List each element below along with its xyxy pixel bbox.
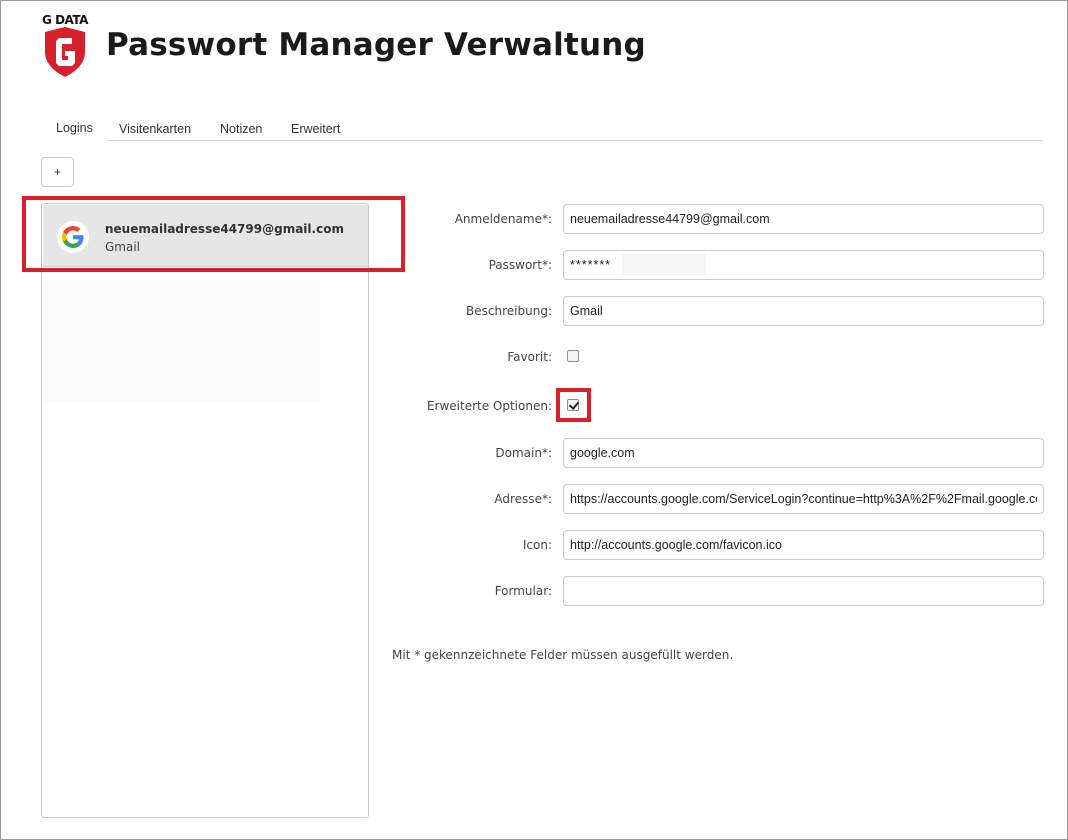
tab-visitenkarten[interactable]: Visitenkarten — [105, 117, 205, 141]
google-icon — [57, 221, 89, 253]
password-label: Passwort*: — [488, 258, 552, 272]
description-field[interactable] — [563, 296, 1044, 326]
list-item[interactable]: neuemailadresse44799@gmail.com Gmail — [43, 205, 368, 267]
domain-field[interactable] — [563, 438, 1044, 468]
required-fields-note: Mit * gekennzeichnete Felder müssen ausg… — [392, 648, 734, 662]
logo-text: G DATA — [42, 13, 88, 27]
page-title: Passwort Manager Verwaltung — [106, 27, 646, 63]
icon-url-field[interactable] — [563, 530, 1044, 560]
description-label: Beschreibung: — [466, 304, 552, 318]
gdata-logo: G DATA — [40, 13, 90, 79]
username-label: Anmeldename*: — [454, 212, 552, 226]
add-entry-button[interactable]: + — [41, 157, 74, 187]
login-list: neuemailadresse44799@gmail.com Gmail — [41, 203, 369, 818]
domain-label: Domain*: — [495, 446, 552, 460]
username-field[interactable] — [563, 204, 1044, 234]
icon-label: Icon: — [522, 538, 552, 552]
address-label: Adresse*: — [494, 492, 552, 506]
form-field[interactable] — [563, 576, 1044, 606]
address-field[interactable] — [563, 484, 1044, 514]
form-label: Formular: — [494, 584, 552, 598]
list-item-subtitle: Gmail — [105, 240, 141, 254]
password-field[interactable] — [563, 250, 1044, 280]
list-empty-area — [43, 280, 320, 403]
shield-icon — [45, 27, 85, 77]
advanced-options-checkbox[interactable] — [567, 399, 579, 411]
favorite-label: Favorit: — [507, 350, 552, 364]
tab-erweitert[interactable]: Erweitert — [277, 117, 354, 141]
tab-logins[interactable]: Logins — [42, 117, 107, 141]
tab-notizen[interactable]: Notizen — [206, 117, 276, 141]
tab-bar: Logins Visitenkarten Notizen Erweitert — [42, 117, 1043, 141]
advanced-options-label: Erweiterte Optionen: — [426, 399, 552, 413]
list-item-title: neuemailadresse44799@gmail.com — [105, 222, 344, 236]
favorite-checkbox[interactable] — [567, 350, 579, 362]
